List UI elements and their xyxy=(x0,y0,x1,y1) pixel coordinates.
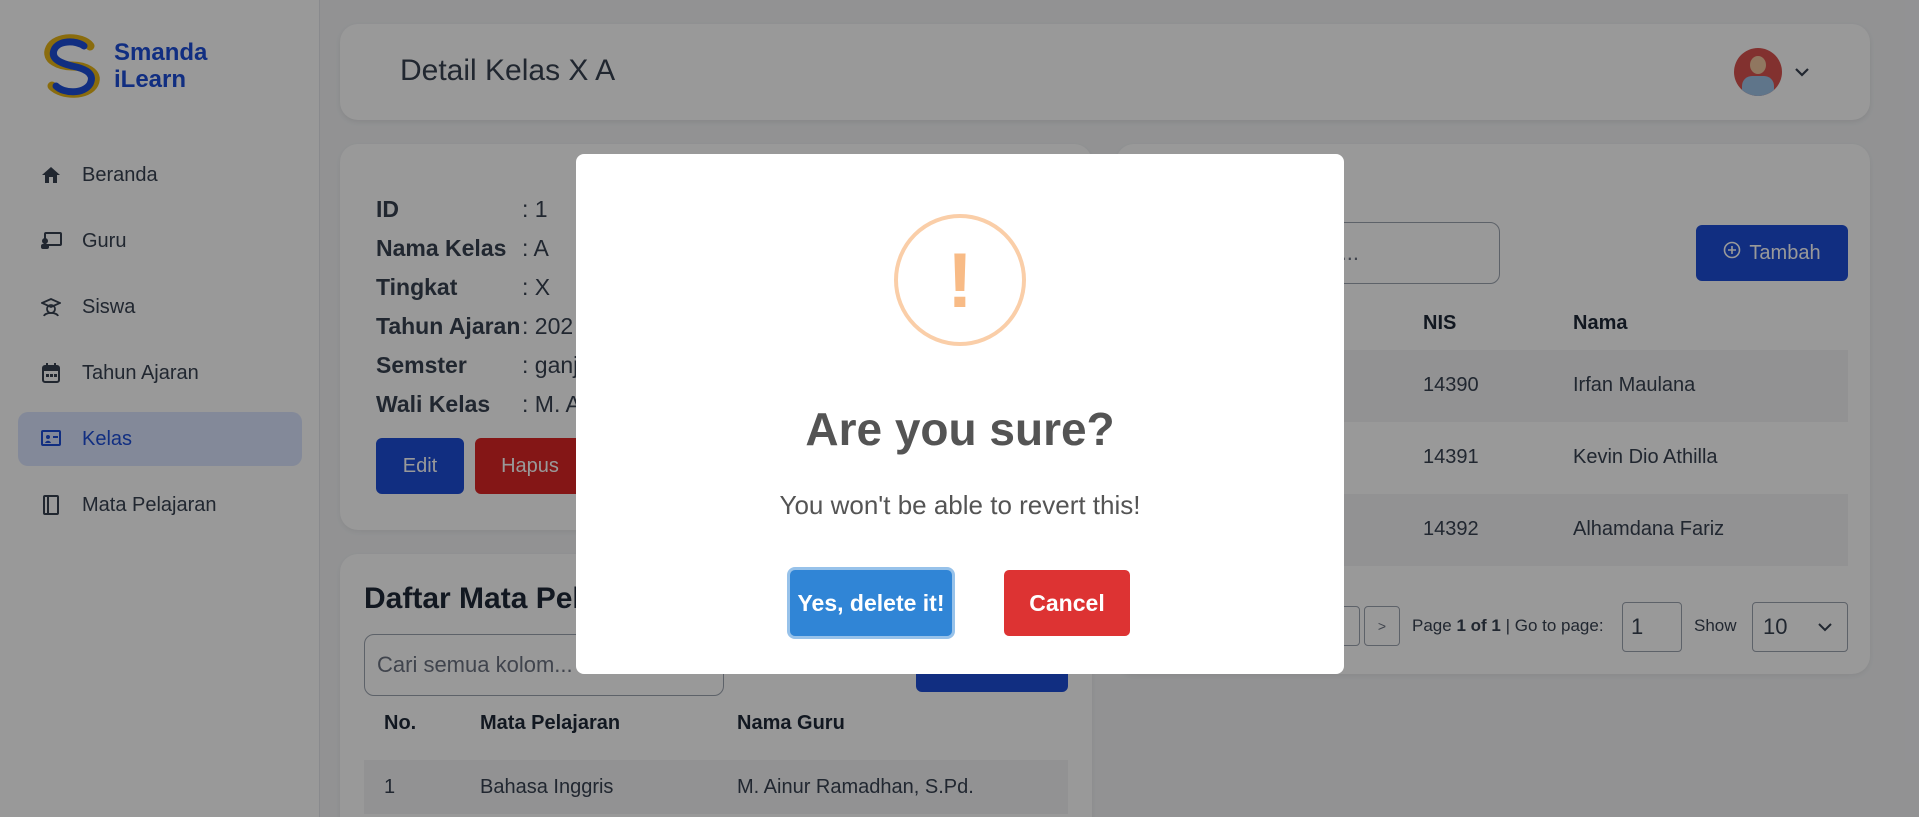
confirm-dialog: ! Are you sure? You won't be able to rev… xyxy=(576,154,1344,674)
cancel-button[interactable]: Cancel xyxy=(1004,570,1130,636)
dialog-message: You won't be able to revert this! xyxy=(779,490,1141,520)
confirm-delete-button[interactable]: Yes, delete it! xyxy=(790,570,952,636)
warning-icon: ! xyxy=(894,214,1026,346)
dialog-title: Are you sure? xyxy=(805,403,1115,455)
